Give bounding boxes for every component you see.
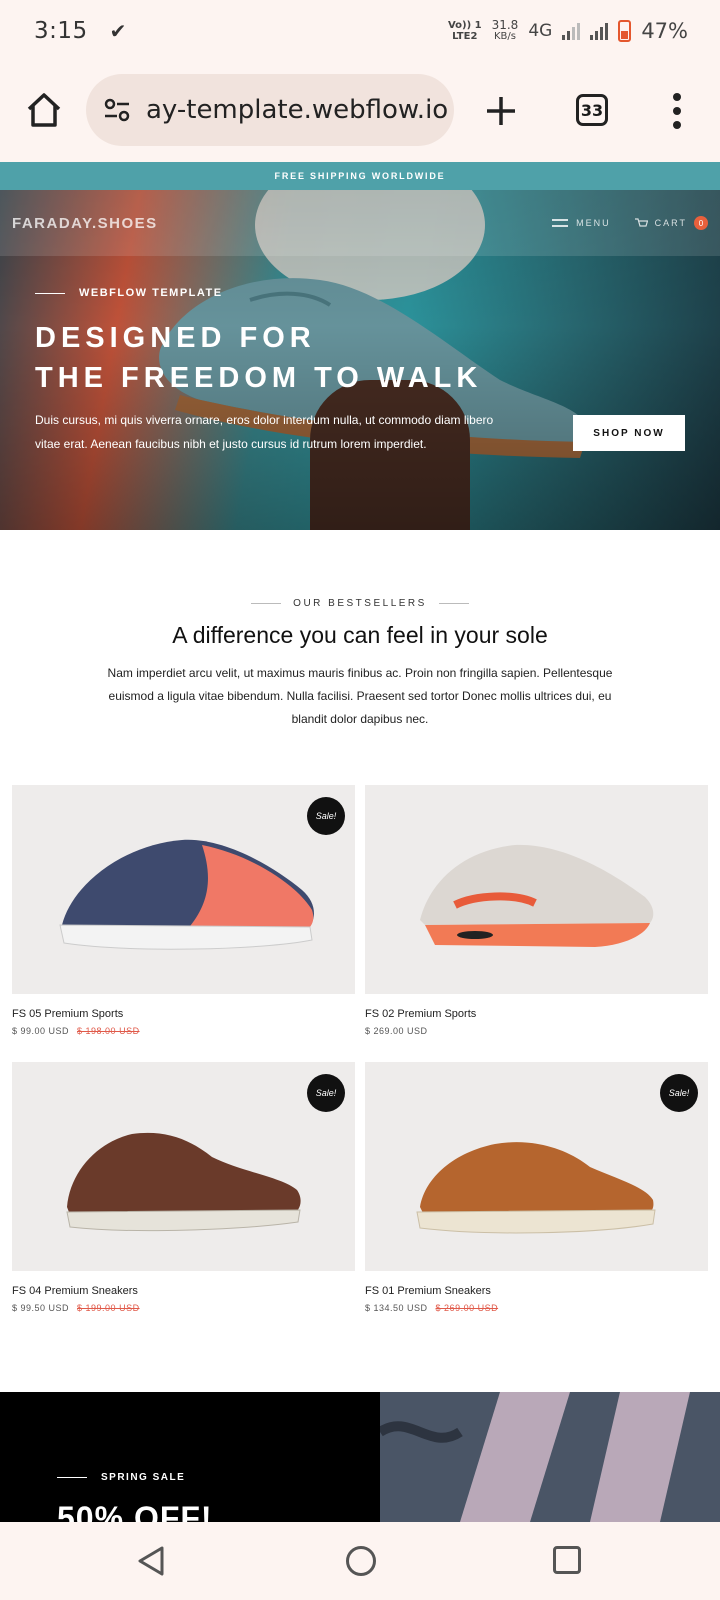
check-icon: ✔ (109, 19, 127, 43)
promo-title: 50% OFF! (57, 1500, 213, 1522)
promo-shoe-art (377, 1392, 720, 1522)
kicker-line (438, 603, 469, 604)
product-price-row: $ 99.00 USD $ 198.00 USD (12, 1026, 355, 1036)
spring-sale-banner: SPRING SALE 50% OFF! (0, 1392, 720, 1522)
kicker-line (251, 603, 282, 604)
product-card[interactable]: Sale! FS 05 Premium Sports $ 99.00 USD $… (12, 785, 355, 1036)
kicker-line (57, 1477, 87, 1478)
network-type: 4G (528, 21, 553, 41)
sale-badge: Sale! (660, 1074, 698, 1112)
sale-badge: Sale! (307, 1074, 345, 1112)
kicker-line (35, 292, 65, 294)
battery-icon (618, 20, 632, 42)
status-time: 3:15 (34, 18, 88, 44)
hero-title-line2: THE FREEDOM TO WALK (35, 362, 483, 394)
product-old-price: $ 198.00 USD (77, 1026, 140, 1036)
home-icon[interactable] (24, 90, 64, 130)
product-old-price: $ 199.00 USD (77, 1303, 140, 1313)
bestsellers-kicker: OUR BESTSELLERS (0, 598, 720, 609)
sneaker-image (59, 839, 314, 950)
hero-title: DESIGNED FOR THE FREEDOM TO WALK (35, 318, 482, 398)
product-price: $ 134.50 USD (365, 1303, 428, 1313)
product-price-row: $ 269.00 USD (365, 1026, 708, 1036)
sneaker-image (420, 844, 654, 947)
dress-shoe-image (66, 1132, 301, 1232)
recents-icon[interactable] (553, 1546, 581, 1574)
volte-label: Vo)) 1 (447, 20, 482, 31)
screen: 3:15 ✔ Vo)) 1 LTE2 31.8 KB/s 4G 47% ay-t… (0, 0, 720, 1600)
sale-badge: Sale! (307, 797, 345, 835)
speed-unit: KB/s (493, 31, 516, 42)
plus-icon[interactable] (484, 94, 518, 128)
menu-label: MENU (576, 218, 611, 228)
product-image[interactable]: Sale! (12, 785, 355, 994)
address-bar[interactable]: ay-template.webflow.io (86, 74, 454, 146)
site-logo[interactable]: FARADAY.SHOES (12, 215, 158, 232)
product-image[interactable]: Sale! (12, 1062, 355, 1271)
status-bar: 3:15 ✔ Vo)) 1 LTE2 31.8 KB/s 4G 47% (0, 0, 720, 62)
product-card[interactable]: FS 02 Premium Sports $ 269.00 USD (365, 785, 708, 1036)
promo-shoe-image (377, 1392, 720, 1522)
site-navbar: FARADAY.SHOES MENU CART 0 (0, 190, 720, 256)
bestsellers-copy: Nam imperdiet arcu velit, ut maximus mau… (107, 666, 613, 726)
announcement-bar: FREE SHIPPING WORLDWIDE (0, 162, 720, 190)
cart-icon (634, 217, 648, 227)
hero-kicker: WEBFLOW TEMPLATE (35, 287, 223, 299)
more-icon[interactable] (672, 92, 682, 130)
hamburger-icon (552, 219, 569, 227)
bestsellers-title: A difference you can feel in your sole (172, 622, 548, 648)
browser-toolbar: ay-template.webflow.io 33 (0, 62, 720, 162)
back-icon[interactable] (136, 1545, 166, 1577)
cart-label: CART (654, 218, 687, 228)
promo-kicker: SPRING SALE (57, 1472, 185, 1483)
battery-percent: 47% (641, 19, 688, 43)
product-image[interactable]: Sale! (365, 1062, 708, 1271)
product-old-price: $ 269.00 USD (435, 1303, 499, 1313)
hero-title-line1: DESIGNED FOR (35, 322, 316, 354)
cart-count-badge: 0 (694, 216, 708, 230)
product-card[interactable]: Sale! FS 04 Premium Sneakers $ 99.50 USD… (12, 1062, 355, 1313)
home-circle-icon[interactable] (346, 1546, 376, 1576)
menu-button[interactable]: MENU (552, 218, 611, 228)
signal-icon (590, 22, 609, 40)
url-text[interactable]: ay-template.webflow.io (146, 95, 448, 125)
product-price: $ 99.50 USD (12, 1303, 70, 1313)
signal-icon (562, 22, 581, 40)
data-speed: 31.8 KB/s (491, 18, 519, 42)
hero-copy: Duis cursus, mi quis viverra ornare, ero… (35, 413, 494, 451)
product-price-row: $ 134.50 USD $ 269.00 USD (365, 1303, 708, 1313)
product-name[interactable]: FS 02 Premium Sports (365, 1008, 708, 1020)
product-name[interactable]: FS 04 Premium Sneakers (12, 1285, 355, 1297)
tune-icon[interactable] (102, 95, 132, 125)
shop-now-button[interactable]: SHOP NOW (573, 415, 685, 451)
bestsellers-kicker-text: OUR BESTSELLERS (293, 598, 427, 609)
volte-indicator: Vo)) 1 LTE2 (448, 20, 482, 42)
product-card[interactable]: Sale! FS 01 Premium Sneakers $ 134.50 US… (365, 1062, 708, 1313)
hero-kicker-text: WEBFLOW TEMPLATE (79, 287, 223, 299)
product-price: $ 269.00 USD (365, 1026, 428, 1036)
hero-section: FARADAY.SHOES MENU CART 0 WEBFLOW TEMPLA… (0, 190, 720, 530)
product-name[interactable]: FS 01 Premium Sneakers (365, 1285, 708, 1297)
lte2-label: LTE2 (452, 31, 478, 42)
product-price-row: $ 99.50 USD $ 199.00 USD (12, 1303, 355, 1313)
product-price: $ 99.00 USD (12, 1026, 70, 1036)
product-image[interactable] (365, 785, 708, 994)
tabs-button[interactable]: 33 (576, 94, 608, 126)
system-nav-bar (0, 1522, 720, 1600)
promo-kicker-text: SPRING SALE (101, 1472, 186, 1483)
leather-sneaker-image (416, 1142, 656, 1234)
status-indicators: Vo)) 1 LTE2 31.8 KB/s 4G 47% (448, 19, 688, 43)
product-name[interactable]: FS 05 Premium Sports (12, 1008, 355, 1020)
speed-value: 31.8 (491, 18, 519, 32)
cart-button[interactable]: CART 0 (634, 216, 708, 230)
